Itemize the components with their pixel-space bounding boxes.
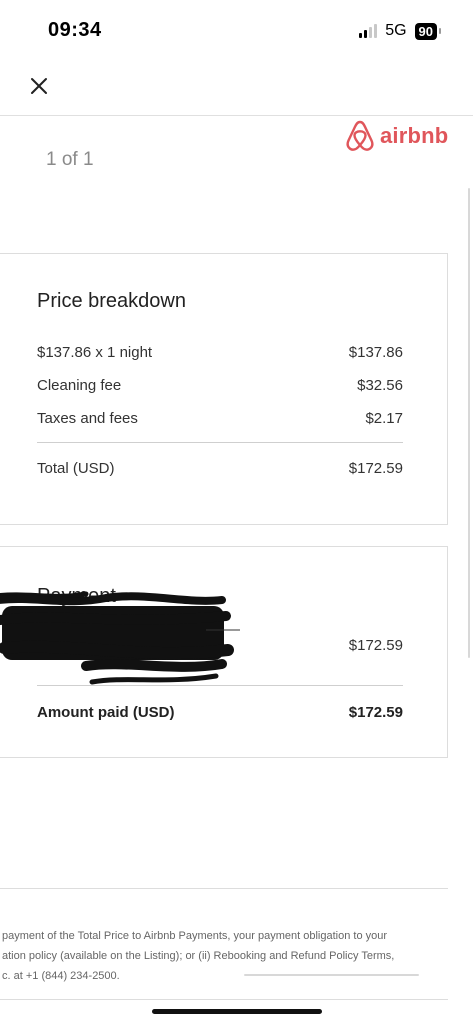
footer-bottom-divider	[0, 999, 448, 1000]
price-row-cleaning: Cleaning fee $32.56	[37, 377, 403, 394]
receipt-screen: 09:34 5G 90 1 of 1 airbnb Price breakdow…	[0, 0, 473, 1024]
network-type: 5G	[385, 22, 407, 39]
price-breakdown-title: Price breakdown	[37, 290, 186, 312]
total-row: Total (USD) $172.59	[37, 460, 403, 477]
total-divider	[37, 442, 403, 443]
horizontal-scrollbar[interactable]	[244, 974, 419, 976]
price-row-label: Cleaning fee	[37, 377, 122, 394]
footer-line: ation policy (available on the Listing);…	[2, 950, 395, 962]
logo-wordmark: airbnb	[380, 123, 449, 148]
footer-line: payment of the Total Price to Airbnb Pay…	[2, 930, 388, 942]
footer-line: c. at +1 (844) 234-2500.	[2, 970, 120, 982]
footer-legal-text: payment of the Total Price to Airbnb Pay…	[2, 926, 442, 986]
close-icon	[31, 78, 47, 94]
price-row-label: Taxes and fees	[37, 410, 138, 427]
footer-divider	[0, 888, 448, 889]
amount-paid-value: $172.59	[348, 704, 403, 721]
vertical-scrollbar[interactable]	[468, 188, 470, 658]
price-row-taxes: Taxes and fees $2.17	[37, 410, 403, 427]
price-row-value: $32.56	[357, 377, 403, 394]
payment-amount: $172.59	[348, 637, 403, 654]
price-breakdown-card: Price breakdown $137.86 x 1 night $137.8…	[0, 253, 448, 525]
close-button[interactable]	[26, 73, 52, 99]
price-row-value: $2.17	[365, 410, 403, 427]
header-divider	[0, 115, 473, 116]
amount-paid-row: Amount paid (USD) $172.59	[37, 704, 403, 721]
home-indicator[interactable]	[152, 1009, 322, 1014]
battery-tip	[439, 28, 441, 34]
status-indicators: 5G 90	[359, 22, 441, 40]
total-value: $172.59	[348, 460, 403, 477]
price-row-label: $137.86 x 1 night	[37, 344, 153, 361]
status-time: 09:34	[48, 19, 102, 41]
page-indicator: 1 of 1	[46, 149, 94, 170]
total-label: Total (USD)	[37, 460, 115, 477]
price-row-nightly: $137.86 x 1 night $137.86	[37, 344, 403, 361]
airbnb-belo-icon	[346, 120, 374, 151]
signal-icon	[359, 24, 378, 38]
airbnb-logo: airbnb	[344, 119, 448, 153]
redaction-scribble	[0, 591, 240, 685]
battery-icon: 90	[414, 22, 437, 40]
amount-paid-label: Amount paid (USD)	[37, 704, 175, 721]
price-row-value: $137.86	[348, 344, 403, 361]
